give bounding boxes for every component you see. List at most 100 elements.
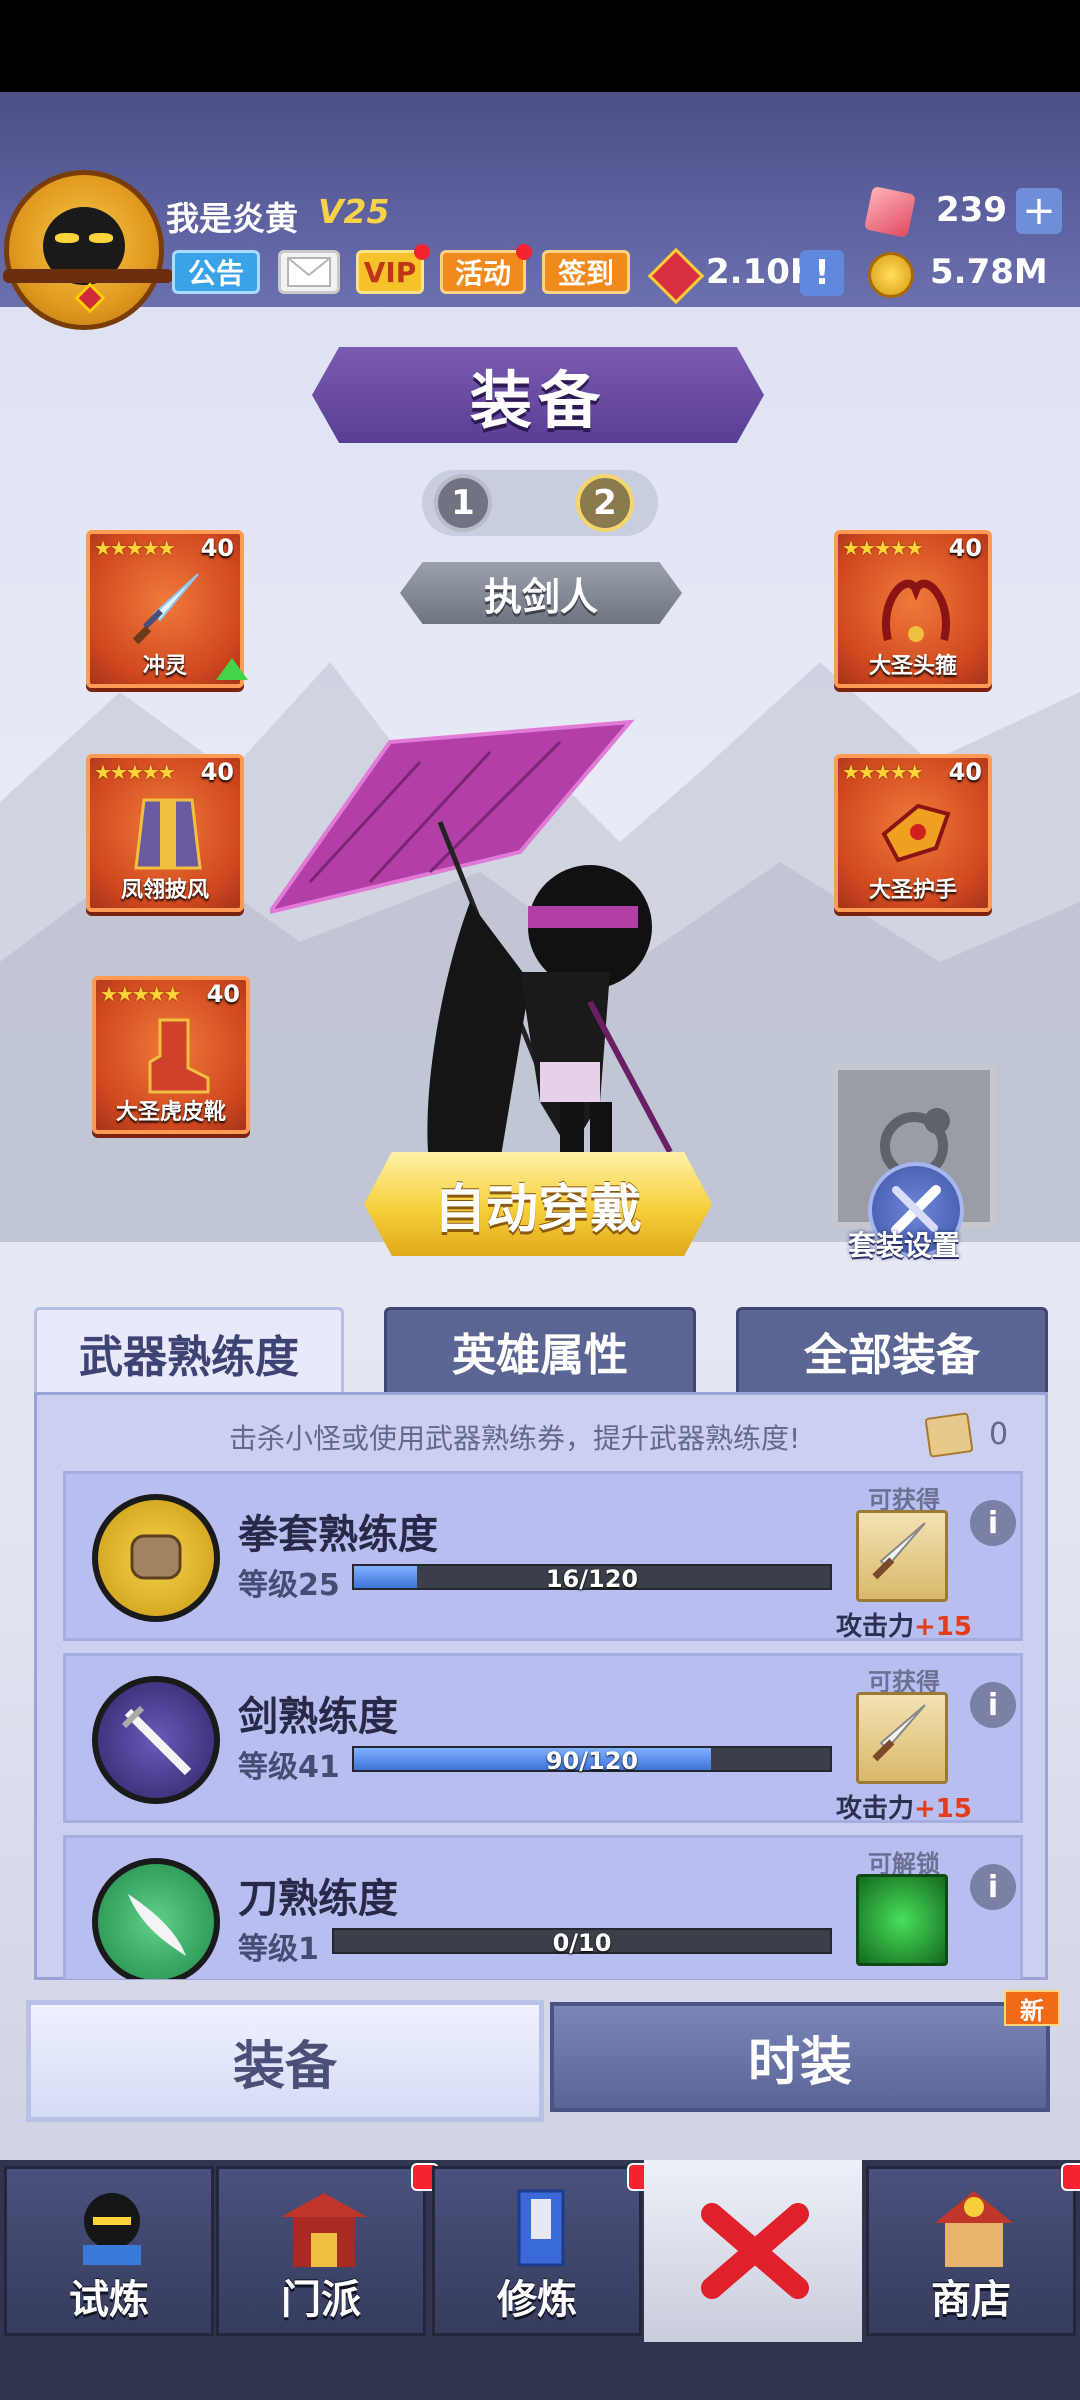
auto-equip-label: 自动穿戴 [433, 1179, 642, 1240]
subtab-fashion[interactable]: 时装 [550, 2002, 1050, 2112]
player-avatar[interactable] [3, 170, 173, 330]
subtab-equipment[interactable]: 装备 [26, 2000, 544, 2122]
set-settings-label[interactable]: 套装设置 [848, 1224, 960, 1264]
bottom-nav: 试炼 门派 修炼 商店 [0, 2160, 1080, 2400]
loadout-page-switch: 1 2 [422, 470, 658, 536]
locked-reward-icon[interactable] [856, 1874, 948, 1966]
screen-title: 装备 [469, 364, 606, 437]
nav-label: 商店 [931, 2277, 1011, 2323]
temple-icon [281, 2193, 367, 2267]
item-level: 40 [948, 758, 982, 786]
vip-button[interactable]: VIP [356, 250, 424, 294]
proficiency-row-gauntlet: 拳套熟练度 等级25 16/120 可获得 攻击力+15 i [63, 1471, 1023, 1643]
proficiency-name: 剑熟练度 [238, 1694, 398, 1740]
proficiency-level: 等级1 [238, 1932, 319, 1967]
new-badge: 新 [1004, 1990, 1060, 2026]
proficiency-level: 等级41 [238, 1750, 340, 1785]
tab-weapon-proficiency[interactable]: 武器熟练度 [34, 1307, 344, 1395]
upgrade-arrow-icon [216, 658, 248, 680]
gem-count: 239 [936, 190, 1007, 230]
tab-hero-attributes[interactable]: 英雄属性 [384, 1307, 696, 1395]
item-name: 大圣头箍 [868, 654, 957, 679]
reward-value: +15 [914, 1612, 972, 1642]
gem-icon [863, 185, 917, 239]
add-gems-button[interactable]: + [1016, 188, 1062, 234]
honor-info-button[interactable]: ! [800, 250, 844, 296]
mail-icon [287, 257, 331, 287]
reward-label: 攻击力 [836, 1794, 915, 1824]
equipment-slot-headband[interactable]: ★★★★★ 40 大圣头箍 [834, 530, 992, 688]
gauntlet-icon [881, 803, 951, 863]
star-rating: ★★★★★ [94, 536, 176, 560]
proficiency-progress-bar: 90/120 [352, 1746, 832, 1775]
fist-icon [92, 1494, 220, 1622]
blade-icon [92, 1858, 220, 1979]
star-rating: ★★★★★ [100, 982, 182, 1006]
book-icon [517, 2189, 565, 2267]
reward-text: 攻击力+15 [836, 1606, 972, 1643]
activity-notification-dot [516, 244, 532, 260]
equipment-slot-gauntlet[interactable]: ★★★★★ 40 大圣护手 [834, 754, 992, 912]
equipment-slot-weapon[interactable]: ★★★★★ 40 冲灵 [86, 530, 248, 688]
coin-icon [868, 252, 914, 298]
star-rating: ★★★★★ [842, 536, 924, 560]
class-tag: 执剑人 [400, 562, 682, 624]
equipment-screen: 我是炎黄 V25 公告 VIP 活动 签到 239 + 2.10K ! 5.78… [0, 92, 1080, 2400]
headband-icon [882, 579, 950, 642]
progress-text: 0/10 [552, 1929, 612, 1957]
equipment-slot-boots[interactable]: ★★★★★ 40 大圣虎皮靴 [92, 976, 250, 1134]
proficiency-hint: 击杀小怪或使用武器熟练券，提升武器熟练度! [229, 1422, 801, 1455]
activity-button[interactable]: 活动 [440, 250, 526, 294]
sword-badge-icon [92, 1676, 220, 1804]
nav-cultivate[interactable]: 修炼 [432, 2163, 655, 2336]
signin-button[interactable]: 签到 [542, 250, 630, 294]
info-icon[interactable]: i [970, 1864, 1016, 1910]
proficiency-scroll-clip: 刀熟练度 等级1 0/10 可解锁 i [37, 1833, 1045, 1979]
proficiency-name: 刀熟练度 [238, 1876, 398, 1922]
nav-label: 修炼 [497, 2277, 577, 2323]
item-level: 40 [206, 980, 240, 1008]
proficiency-progress-bar: 16/120 [352, 1564, 832, 1593]
coin-count: 5.78M [930, 252, 1048, 292]
nav-close-button[interactable] [644, 2160, 862, 2342]
proficiency-progress-bar: 0/10 [332, 1928, 832, 1957]
nav-sect[interactable]: 门派 [216, 2163, 439, 2336]
info-icon[interactable]: i [970, 1500, 1016, 1546]
reward-sword-icon[interactable] [856, 1692, 948, 1784]
item-name: 凤翎披风 [120, 878, 209, 903]
status-bar [0, 0, 1080, 92]
item-name: 大圣护手 [868, 878, 957, 903]
progress-text: 16/120 [545, 1565, 639, 1593]
equipment-slot-cloak[interactable]: ★★★★★ 40 凤翎披风 [86, 754, 244, 912]
loadout-page-2[interactable]: 2 [576, 474, 634, 532]
vip-notification-dot [414, 244, 430, 260]
auto-equip-button[interactable]: 自动穿戴 [364, 1152, 712, 1256]
class-name: 执剑人 [483, 574, 598, 619]
ninja-icon [83, 2193, 141, 2265]
tab-all-equipment[interactable]: 全部装备 [736, 1307, 1048, 1395]
screen-title-banner: 装备 [312, 347, 764, 443]
loadout-page-1[interactable]: 1 [434, 474, 492, 532]
star-rating: ★★★★★ [94, 760, 176, 784]
proficiency-ticket-icon [924, 1412, 974, 1458]
cloak-icon [134, 798, 202, 870]
item-level: 40 [200, 758, 234, 786]
reward-sword-icon[interactable] [856, 1510, 948, 1602]
nav-trial[interactable]: 试炼 [4, 2166, 214, 2336]
vip-level-badge: V25 [318, 192, 390, 231]
nav-label: 门派 [281, 2277, 361, 2323]
nav-shop[interactable]: 商店 [866, 2163, 1080, 2336]
mail-button[interactable] [278, 250, 340, 294]
proficiency-ticket-count: 0 [989, 1417, 1009, 1452]
star-rating: ★★★★★ [842, 760, 924, 784]
item-name: 大圣虎皮靴 [115, 1100, 226, 1125]
info-icon[interactable]: i [970, 1682, 1016, 1728]
reward-value: +15 [914, 1794, 972, 1824]
detail-tabs: 武器熟练度 英雄属性 全部装备 [34, 1307, 1048, 1395]
sword-icon [132, 573, 199, 645]
proficiency-level: 等级25 [238, 1568, 340, 1603]
nav-label: 试炼 [69, 2277, 149, 2323]
notice-button[interactable]: 公告 [172, 250, 260, 294]
close-icon [701, 2203, 809, 2299]
item-level: 40 [200, 534, 234, 562]
